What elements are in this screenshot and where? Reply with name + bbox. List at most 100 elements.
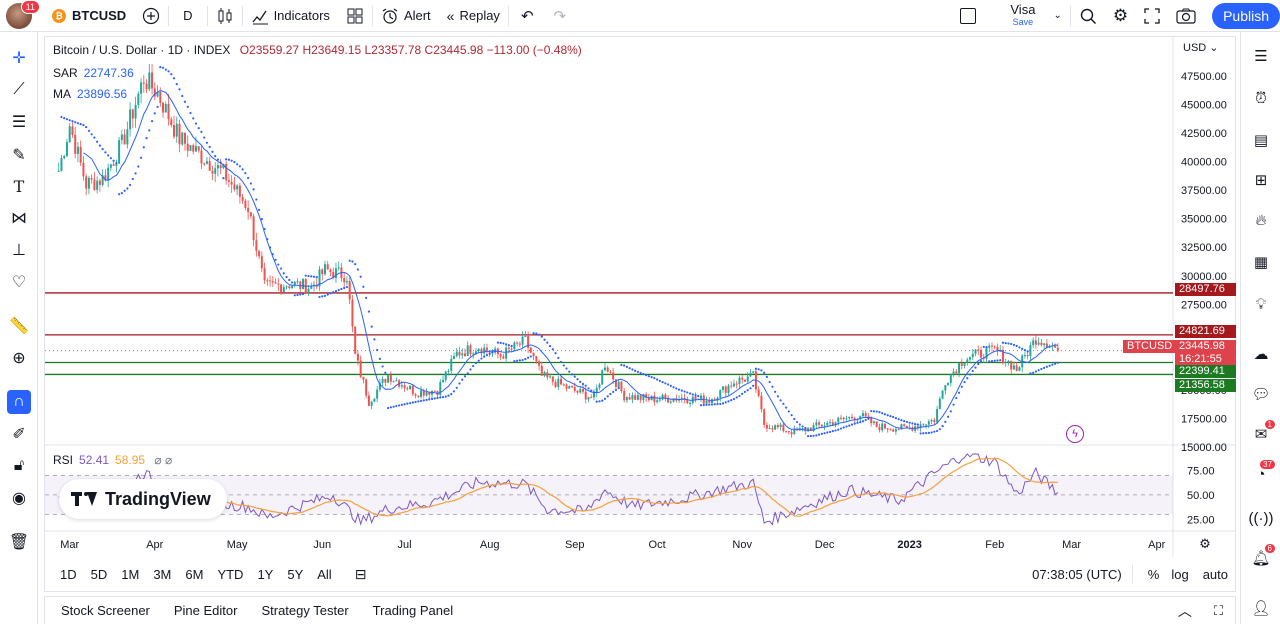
candle-body — [732, 383, 735, 387]
magnet-icon[interactable]: ∩ — [7, 390, 31, 414]
sar-dot — [238, 165, 241, 168]
candle-body — [173, 125, 176, 137]
ma-indicator-legend[interactable]: MA 23896.56 — [53, 87, 127, 101]
panel-tab-stock-screener[interactable]: Stock Screener — [49, 603, 162, 618]
range-button-5y[interactable]: 5Y — [280, 567, 310, 582]
candle-body — [85, 176, 88, 189]
fib-retracement-icon[interactable]: ☰ — [7, 110, 31, 134]
prediction-icon[interactable]: ⊥ — [7, 238, 31, 262]
sar-indicator-legend[interactable]: SAR 22747.36 — [53, 66, 134, 80]
range-button-3m[interactable]: 3M — [146, 567, 178, 582]
layouts-button[interactable] — [338, 0, 372, 32]
sar-dot — [710, 403, 714, 406]
ideas-stream-icon[interactable]: ◔ 37 — [1249, 459, 1276, 486]
axis-settings-gear-icon[interactable]: ⚙ — [1199, 536, 1211, 551]
eye-icon[interactable]: ◉ — [7, 486, 31, 510]
text-tool-icon[interactable]: T — [7, 174, 31, 198]
crosshair-icon[interactable]: ✛ — [7, 46, 31, 70]
range-button-1d[interactable]: 1D — [53, 567, 84, 582]
hotlist-fire-icon[interactable]: 🔥︎ — [1249, 208, 1273, 232]
sar-dot — [812, 434, 815, 437]
lightning-icon[interactable]: ϟ — [1066, 425, 1084, 443]
alerts-clock-icon[interactable]: ⏰︎ — [1249, 86, 1273, 110]
panel-tab-pine-editor[interactable]: Pine Editor — [162, 603, 250, 618]
sar-dot — [639, 371, 642, 375]
go-to-date-button[interactable]: ⊟ — [355, 566, 367, 583]
sar-dot — [205, 141, 209, 144]
sar-dot — [1021, 347, 1024, 350]
zoom-in-icon[interactable]: ⊕ — [7, 346, 31, 370]
alert-button[interactable]: Alert — [373, 0, 439, 32]
settings-button[interactable]: ⚙ — [1105, 0, 1136, 32]
sar-dot — [763, 371, 766, 374]
calendar-icon[interactable]: ▦ — [1249, 250, 1273, 274]
search-button[interactable] — [1071, 0, 1105, 32]
layout-menu-button[interactable]: ⌄ — [1045, 0, 1069, 32]
sar-dot — [485, 354, 489, 357]
range-button-ytd[interactable]: YTD — [210, 567, 250, 582]
add-note-icon[interactable]: ⊞ — [1249, 168, 1273, 192]
currency-selector[interactable]: USD ⌄ — [1183, 41, 1219, 54]
collapse-panel-button[interactable]: ︿ — [1168, 601, 1202, 621]
range-button-all[interactable]: All — [310, 567, 338, 582]
candle-body — [370, 401, 373, 406]
snapshot-button[interactable] — [1168, 0, 1204, 32]
brush-icon[interactable]: ✎ — [7, 143, 31, 167]
messages-icon[interactable]: ✉ 1 — [1249, 419, 1276, 446]
range-button-5d[interactable]: 5D — [84, 567, 115, 582]
candle-body — [875, 421, 878, 427]
profile-icon[interactable]: 👤︎ — [1249, 596, 1273, 620]
sar-dot — [559, 360, 563, 364]
price-chart-canvas[interactable]: 15000.0017500.0020000.0022500.0025000.00… — [45, 37, 1235, 557]
chart-type-button[interactable] — [208, 0, 242, 32]
panel-tab-trading-panel[interactable]: Trading Panel — [361, 603, 465, 618]
streams-cloud-icon[interactable]: ☁ — [1249, 342, 1273, 366]
percent-scale-toggle[interactable]: % — [1143, 567, 1165, 582]
chart-area[interactable]: 15000.0017500.0020000.0022500.0025000.00… — [44, 36, 1236, 592]
interval-button[interactable]: D — [169, 0, 206, 32]
replay-button[interactable]: « Replay — [439, 0, 508, 32]
redo-button[interactable]: ↷ — [546, 0, 575, 32]
lock-icon[interactable]: 🔓︎ — [7, 454, 31, 478]
ruler-icon[interactable]: 📏 — [7, 314, 31, 338]
compare-add-button[interactable] — [134, 0, 168, 32]
rsi-indicator-legend[interactable]: RSI 52.41 58.95 ⌀ ⌀ — [53, 453, 172, 467]
ideas-bulb-icon[interactable]: 💡︎ — [1249, 292, 1273, 316]
range-button-6m[interactable]: 6M — [178, 567, 210, 582]
sar-dot — [897, 418, 900, 421]
panel-tab-strategy-tester[interactable]: Strategy Tester — [249, 603, 360, 618]
candle-body — [76, 146, 79, 154]
sar-dot — [894, 417, 898, 420]
auto-scale-toggle[interactable]: auto — [1196, 567, 1236, 582]
trendline-icon[interactable]: ⟋ — [7, 78, 31, 102]
clock-timezone-button[interactable]: 07:38:05 (UTC) — [1032, 567, 1122, 582]
watchlist-icon[interactable]: ☰ — [1249, 44, 1273, 68]
sar-dot — [244, 172, 247, 175]
data-window-icon[interactable]: ▤ — [1249, 128, 1273, 152]
layout-checkbox[interactable] — [952, 0, 1000, 32]
undo-button[interactable]: ↶ — [509, 0, 546, 32]
pencil-lock-icon[interactable]: ✐ — [7, 422, 31, 446]
chats-icon[interactable]: 💬︎ — [1249, 382, 1273, 406]
time-tick-label: Dec — [815, 539, 835, 551]
candle-body — [458, 351, 461, 356]
sar-dot — [562, 364, 565, 367]
fullscreen-button[interactable] — [1136, 0, 1168, 32]
symbol-search-button[interactable]: ₿ BTCUSD — [44, 0, 134, 32]
range-button-1y[interactable]: 1Y — [250, 567, 280, 582]
pattern-icon[interactable]: ⋈ — [7, 206, 31, 230]
user-avatar[interactable]: 11 — [6, 0, 40, 29]
indicators-button[interactable]: Indicators — [243, 0, 338, 32]
broadcast-icon[interactable]: ((·)) — [1249, 506, 1274, 530]
log-scale-toggle[interactable]: log — [1164, 567, 1195, 582]
range-button-1m[interactable]: 1M — [114, 567, 146, 582]
sar-dot — [979, 360, 983, 363]
candle-body — [1054, 345, 1057, 348]
layout-name-button[interactable]: Visa Save — [1000, 0, 1045, 32]
candle-body — [776, 425, 779, 428]
trash-icon[interactable]: 🗑︎ — [7, 530, 31, 554]
publish-button[interactable]: Publish — [1212, 2, 1280, 29]
heart-icon[interactable]: ♡ — [7, 270, 31, 294]
bell-icon[interactable]: 🔔︎ 6 — [1249, 543, 1276, 570]
maximize-panel-button[interactable]: ⛶ — [1202, 603, 1235, 619]
